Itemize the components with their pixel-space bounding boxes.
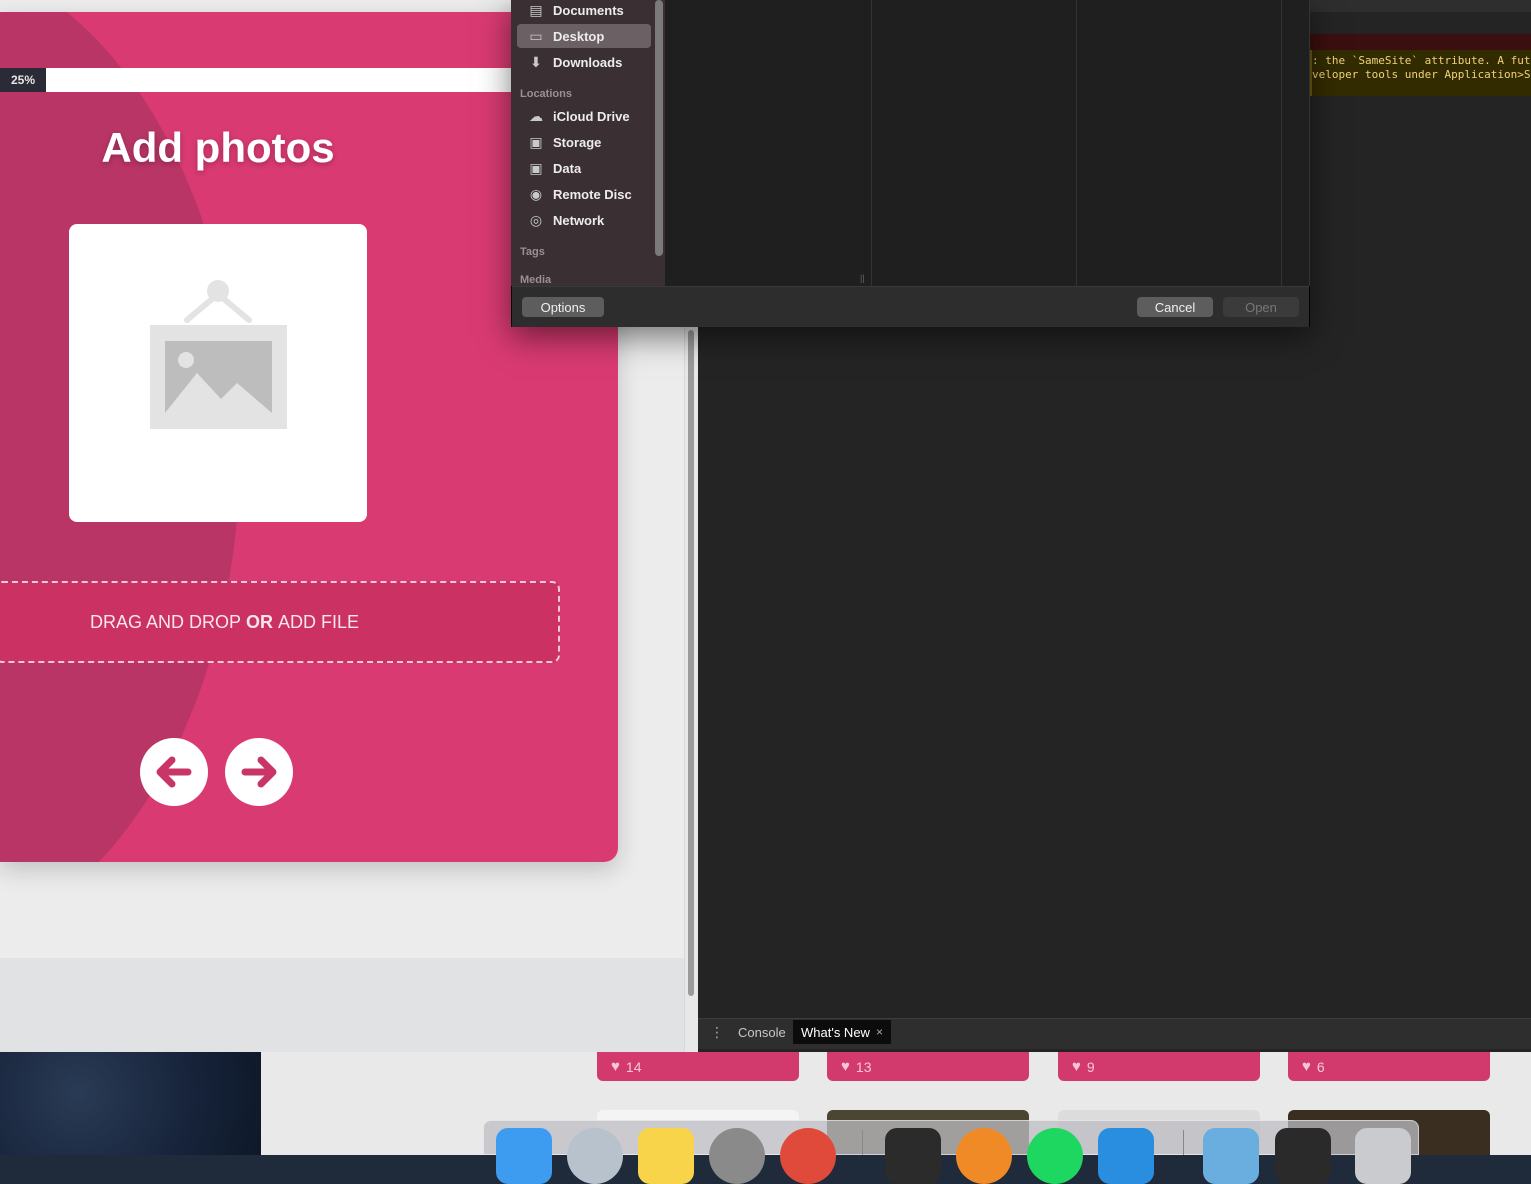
arrow-right-icon — [241, 756, 277, 788]
tab-console[interactable]: Console — [730, 1020, 794, 1044]
drop-text-before: DRAG AND DROP — [90, 611, 242, 632]
downloads-icon: ⬇ — [530, 53, 542, 70]
page-title: Add photos — [101, 124, 335, 171]
drop-text-or: OR — [246, 611, 274, 632]
progress-bar — [0, 68, 520, 92]
chrome-icon[interactable] — [780, 1128, 836, 1184]
like-count: 14 — [625, 1058, 642, 1075]
sidebar-scrollbar[interactable] — [655, 0, 663, 256]
sidebar-item-remote-disc[interactable]: ◉ Remote Disc — [517, 182, 651, 206]
photo-preview[interactable] — [69, 224, 367, 522]
sidebar-item-label: Remote Disc — [553, 186, 632, 202]
like-count-card[interactable]: ♥ 9 — [1058, 1052, 1260, 1081]
finder-icon[interactable] — [496, 1128, 552, 1184]
dock-separator — [1183, 1130, 1184, 1155]
terminal-icon[interactable] — [885, 1128, 941, 1184]
tab-label: What's New — [801, 1024, 870, 1040]
page-footer-area — [0, 958, 684, 1052]
browser-column[interactable] — [1282, 0, 1310, 286]
desktop-background — [0, 1052, 261, 1155]
sidebar-section-tags: Tags — [520, 246, 545, 258]
next-button[interactable] — [225, 738, 293, 806]
notes-icon[interactable] — [638, 1128, 694, 1184]
system-preferences-icon[interactable] — [709, 1128, 765, 1184]
window-thumbnail-icon[interactable] — [1275, 1128, 1331, 1184]
sidebar-item-label: Data — [553, 160, 582, 176]
firefox-icon[interactable] — [956, 1128, 1012, 1184]
cancel-button[interactable]: Cancel — [1137, 297, 1213, 317]
sidebar-item-label: Desktop — [553, 28, 605, 44]
sidebar-item-label: Documents — [553, 2, 624, 18]
tab-whats-new[interactable]: What's New × — [793, 1020, 891, 1044]
browser-column[interactable] — [1077, 0, 1282, 286]
open-button[interactable]: Open — [1223, 297, 1299, 317]
disc-icon: ◉ — [529, 185, 543, 202]
like-count: 9 — [1086, 1058, 1095, 1075]
previous-button[interactable] — [140, 738, 208, 806]
heart-icon: ♥ — [611, 1058, 620, 1075]
sidebar-item-downloads[interactable]: ⬇ Downloads — [517, 50, 651, 74]
sidebar-item-label: iCloud Drive — [553, 108, 630, 124]
image-placeholder-icon — [150, 280, 287, 429]
column-resize-handle[interactable]: || — [860, 273, 865, 283]
kebab-menu-icon[interactable]: ⋮ — [710, 1024, 724, 1041]
like-count: 6 — [1316, 1058, 1325, 1075]
trash-icon[interactable] — [1355, 1128, 1411, 1184]
sidebar-item-network[interactable]: ◎ Network — [517, 208, 651, 232]
warning-text-line: : the `SameSite` attribute. A futu — [1312, 54, 1531, 67]
console-error-row — [1310, 34, 1531, 50]
sidebar-item-documents[interactable]: ▤ Documents — [517, 0, 651, 22]
sidebar-item-label: Downloads — [553, 54, 623, 70]
warning-text-line: veloper tools under Application>St — [1312, 68, 1531, 81]
sidebar-item-data[interactable]: ▣ Data — [517, 156, 651, 180]
sidebar-item-storage[interactable]: ▣ Storage — [517, 130, 651, 154]
add-file-link[interactable]: ADD FILE — [278, 612, 359, 633]
heart-icon: ♥ — [841, 1058, 850, 1075]
browser-column[interactable] — [872, 0, 1077, 286]
sidebar-item-label: Storage — [553, 134, 602, 150]
tab-label: Console — [738, 1024, 786, 1040]
like-count-card[interactable]: ♥ 13 — [827, 1052, 1029, 1081]
sidebar-item-icloud-drive[interactable]: ☁ iCloud Drive — [517, 104, 651, 128]
like-count-card[interactable]: ♥ 14 — [597, 1052, 799, 1081]
vscode-icon[interactable] — [1098, 1128, 1154, 1184]
sidebar-item-desktop[interactable]: ▭ Desktop — [517, 24, 651, 48]
like-count: 13 — [855, 1058, 872, 1075]
options-button[interactable]: Options — [522, 297, 604, 317]
sidebar-section-locations: Locations — [520, 88, 572, 100]
spotify-icon[interactable] — [1027, 1128, 1083, 1184]
disk-icon: ▣ — [529, 133, 543, 150]
heart-icon: ♥ — [1302, 1058, 1311, 1075]
sidebar-section-media: Media — [520, 274, 552, 286]
heart-icon: ♥ — [1072, 1058, 1081, 1075]
progress-badge: 25% — [0, 68, 46, 92]
console-warning-message: : the `SameSite` attribute. A futu velop… — [1310, 50, 1531, 96]
network-icon: ◎ — [529, 211, 543, 228]
file-drop-zone[interactable]: DRAG AND DROP OR ADD FILE — [0, 581, 560, 663]
close-icon[interactable]: × — [876, 1025, 883, 1039]
launchpad-icon[interactable] — [567, 1128, 623, 1184]
sidebar-item-label: Network — [553, 212, 605, 228]
like-count-card[interactable]: ♥ 6 — [1288, 1052, 1490, 1081]
documents-icon: ▤ — [529, 1, 543, 18]
dock-separator — [862, 1130, 863, 1155]
page-scrollbar-thumb[interactable] — [688, 330, 694, 996]
disk-icon: ▣ — [529, 159, 543, 176]
devtools-toolbar — [1310, 0, 1531, 12]
arrow-left-icon — [156, 756, 192, 788]
desktop-icon: ▭ — [529, 27, 543, 44]
cloud-icon: ☁ — [529, 107, 543, 124]
folder-icon[interactable] — [1203, 1128, 1259, 1184]
browser-column[interactable] — [665, 0, 872, 286]
